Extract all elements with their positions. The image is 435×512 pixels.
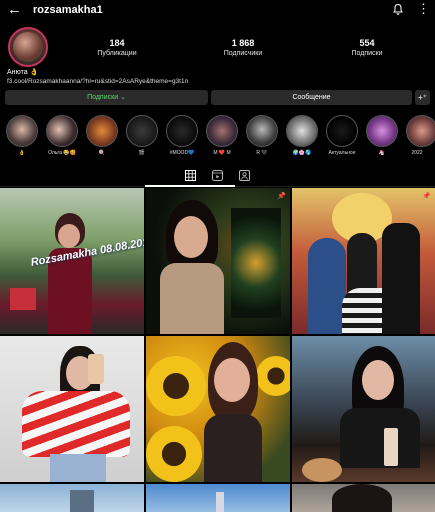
highlight-5[interactable]	[166, 115, 198, 147]
post-figure-face	[174, 216, 208, 258]
post-figure-face	[362, 360, 394, 400]
post-figure-hair	[332, 484, 392, 512]
post-figure-jeans	[50, 454, 106, 482]
post-tower	[216, 492, 224, 512]
post-thumbnail[interactable]	[0, 484, 144, 512]
pin-icon: 📌	[422, 193, 431, 200]
post-thumbnail[interactable]	[146, 484, 290, 512]
arrow-left-icon[interactable]: ←	[7, 2, 22, 17]
highlight-label: 🎬	[138, 150, 146, 156]
post-thumbnail[interactable]	[146, 336, 290, 482]
post-person-4	[382, 223, 420, 334]
avatar-photo	[13, 32, 43, 62]
highlight-label: 🍭	[98, 150, 106, 156]
highlight-2[interactable]	[46, 115, 78, 147]
post-figure-face	[214, 358, 250, 402]
highlight-11[interactable]	[406, 115, 435, 147]
stat-posts[interactable]: 184 Публикации	[72, 38, 162, 57]
post-thumbnail[interactable]	[0, 336, 144, 482]
highlight-8[interactable]	[286, 115, 318, 147]
stat-following-count: 554	[359, 38, 375, 48]
grid-icon[interactable]	[185, 170, 196, 181]
highlight-label: 2022	[411, 150, 423, 156]
highlight-label: Актуальное	[328, 150, 356, 156]
highlight-label: M ❤️ M	[213, 150, 231, 156]
highlight-label: R 🖤	[256, 150, 268, 156]
profile-username: rozsamakha1	[33, 4, 103, 16]
add-user-button[interactable]: +⁺	[415, 90, 430, 105]
active-tab-indicator	[145, 185, 235, 187]
post-sunflower-2	[146, 426, 202, 482]
subscribed-button[interactable]: Подписки ⌄	[5, 90, 208, 105]
stat-following[interactable]: 554 Подписки	[322, 38, 412, 57]
post-phone	[88, 354, 104, 384]
post-croissant	[302, 458, 342, 482]
post-thumbnail[interactable]: 📌	[146, 188, 290, 334]
post-sunflower-3	[256, 356, 290, 396]
post-thumbnail[interactable]	[292, 484, 435, 512]
post-christmas-tree	[231, 208, 281, 318]
highlight-label: 👌	[18, 150, 26, 156]
stat-posts-label: Публикации	[97, 50, 137, 57]
highlight-label: 🦄	[378, 150, 386, 156]
profile-avatar[interactable]	[8, 27, 48, 67]
stat-following-label: Подписки	[351, 50, 383, 57]
bio-name: Анюта 👌	[7, 69, 39, 76]
profile-tabs	[0, 165, 435, 187]
reels-icon[interactable]	[212, 170, 223, 181]
stat-followers[interactable]: 1 868 Подписчики	[198, 38, 288, 57]
stat-posts-count: 184	[109, 38, 125, 48]
highlight-4[interactable]	[126, 115, 158, 147]
post-sunflower-1	[146, 356, 206, 416]
bell-icon[interactable]	[392, 3, 404, 15]
highlight-6[interactable]	[206, 115, 238, 147]
post-thumbnail[interactable]	[292, 336, 435, 482]
post-figure-jacket	[340, 408, 420, 468]
post-figure-face	[58, 224, 80, 248]
top-bar: ← rozsamakha1 ⋮	[0, 0, 435, 22]
post-bag	[10, 288, 36, 310]
bio-link[interactable]: f3.cool/Rozsamakhaanna/?hl=ru&stid=2AsAR…	[7, 78, 188, 85]
post-drink	[384, 428, 398, 466]
stat-followers-count: 1 868	[231, 38, 255, 48]
highlight-label: #MOOD💙	[169, 150, 195, 156]
post-person-1	[308, 238, 346, 334]
highlight-9[interactable]	[326, 115, 358, 147]
pin-icon: 📌	[277, 193, 286, 200]
highlight-3[interactable]	[86, 115, 118, 147]
more-vertical-icon[interactable]: ⋮	[417, 2, 430, 16]
message-button[interactable]: Сообщение	[211, 90, 412, 105]
highlight-1[interactable]	[6, 115, 38, 147]
tagged-icon[interactable]	[239, 170, 250, 181]
stat-followers-label: Подписчики	[223, 50, 263, 57]
highlight-label: Ольга 😂🥰	[48, 150, 76, 156]
highlight-label: 🌍🌸🌎	[292, 150, 312, 156]
highlight-7[interactable]	[246, 115, 278, 147]
post-thumbnail[interactable]: Rozsamakha 08.08.2018	[0, 188, 144, 334]
post-figure-sweater	[22, 391, 130, 457]
post-figure-top	[204, 414, 262, 482]
post-thumbnail[interactable]: 📌	[292, 188, 435, 334]
post-person-2	[347, 233, 377, 293]
highlight-10[interactable]	[366, 115, 398, 147]
post-building	[70, 490, 94, 512]
post-figure-top	[160, 263, 224, 334]
